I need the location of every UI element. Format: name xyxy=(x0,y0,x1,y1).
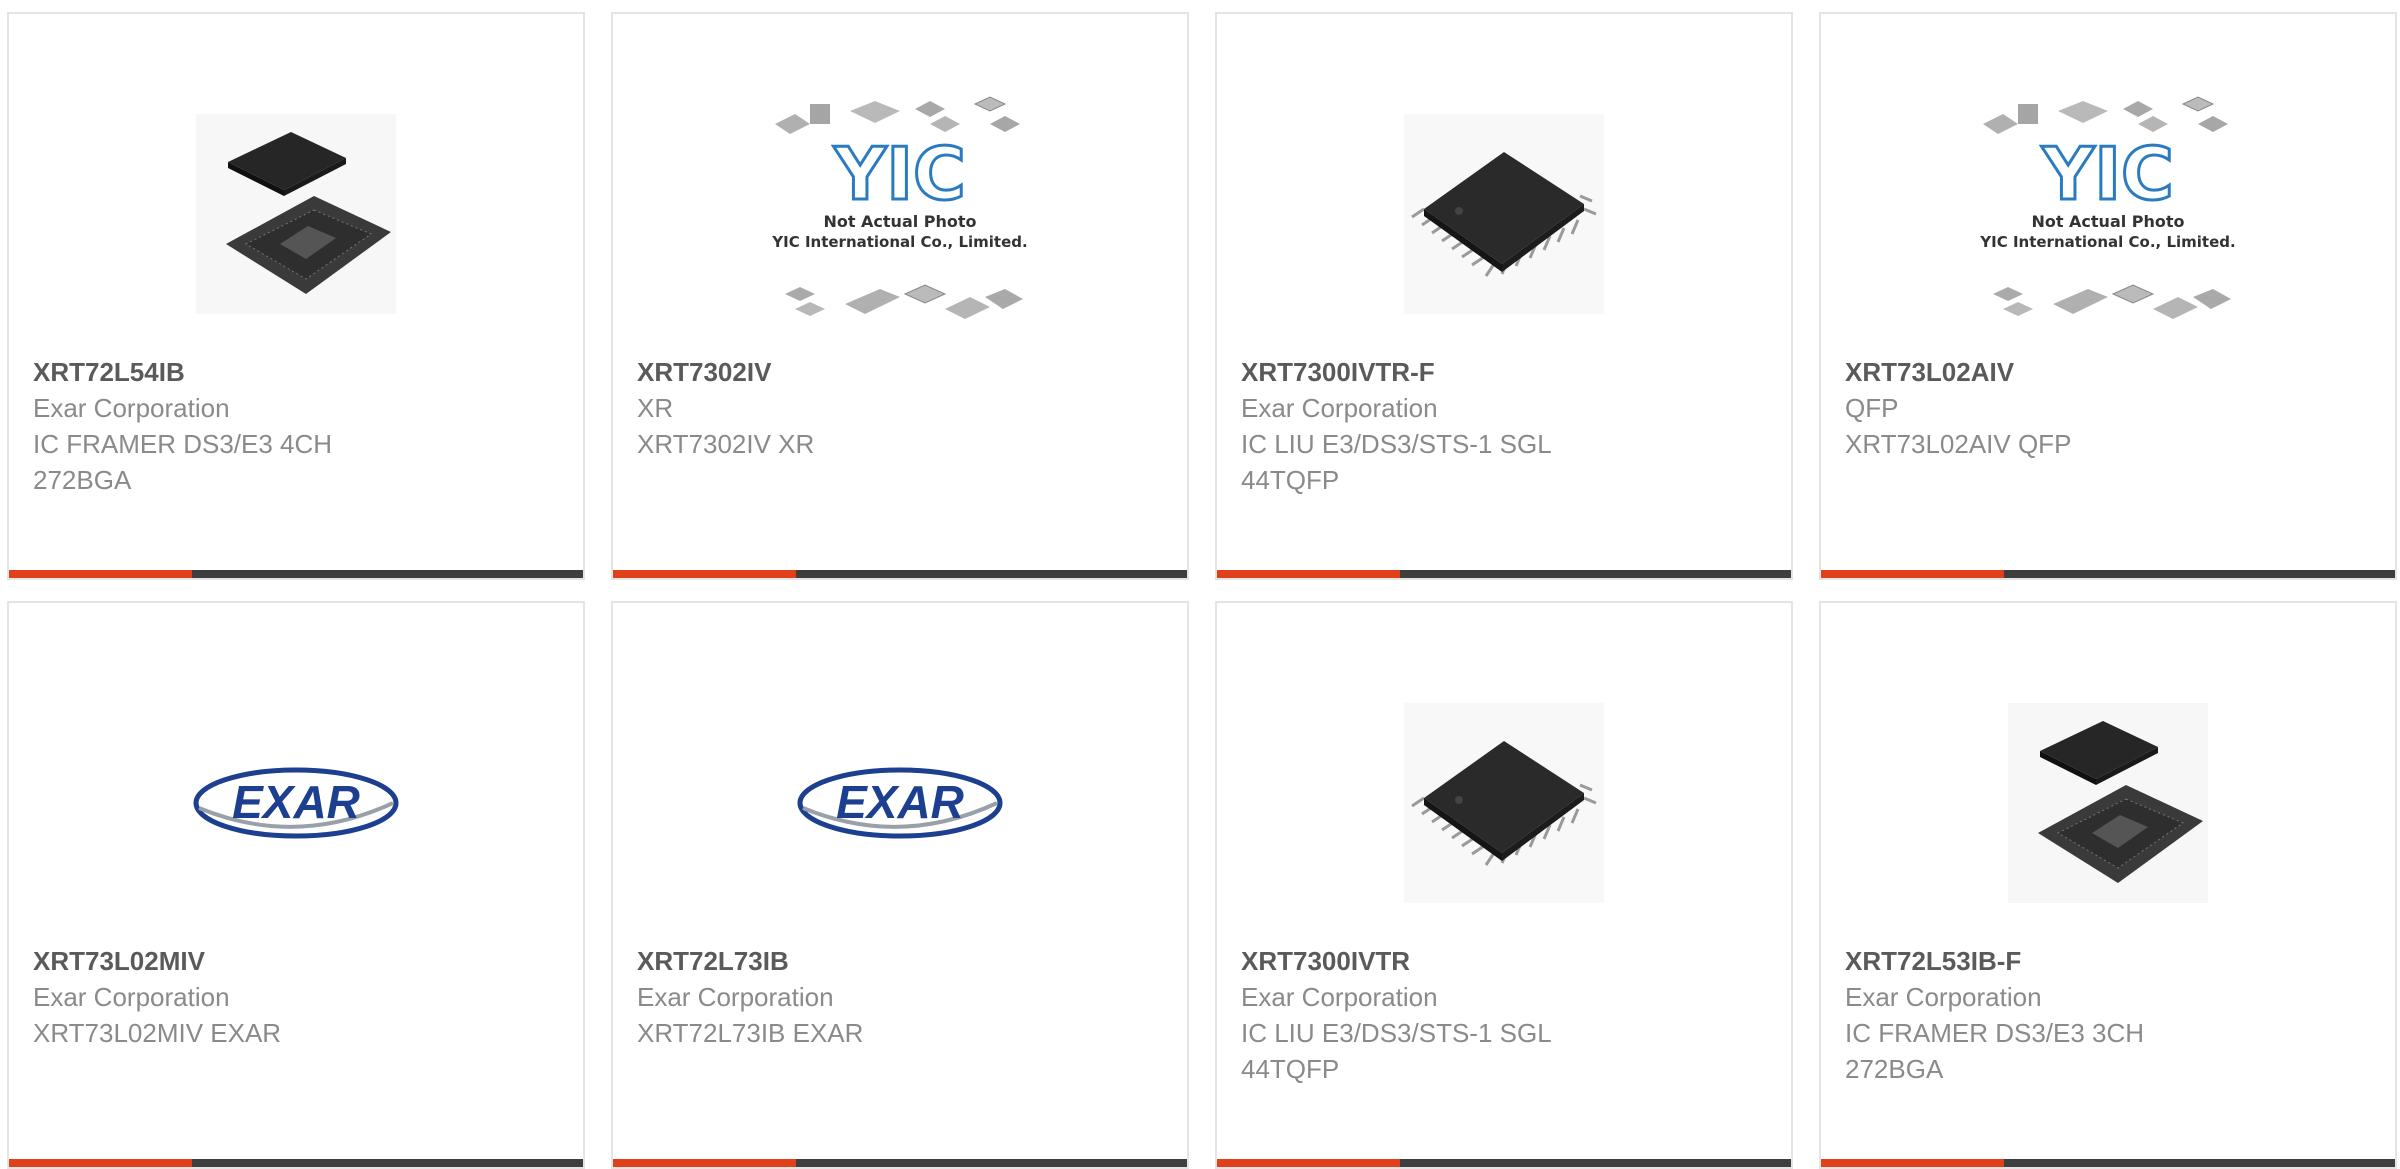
tqfp-chip-icon xyxy=(1404,114,1604,314)
manufacturer: Exar Corporation xyxy=(33,393,230,423)
description: 44TQFP xyxy=(1241,465,1340,495)
description: 272BGA xyxy=(1845,1054,1944,1084)
product-card[interactable]: EXAR XRT73L02MIV Exar Corporation XRT73L… xyxy=(7,601,585,1169)
placeholder-note: YIC International Co., Limited. xyxy=(771,233,1027,251)
yic-placeholder-icon: YIC Not Actual Photo YIC International C… xyxy=(771,96,1028,319)
placeholder-note: Not Actual Photo xyxy=(2031,212,2184,231)
card-bottom-bar xyxy=(613,1159,1187,1167)
product-card[interactable]: XRT7300IVTR Exar Corporation IC LIU E3/D… xyxy=(1215,601,1793,1169)
yic-logo-text: YIC xyxy=(2041,132,2174,216)
manufacturer: Exar Corporation xyxy=(1845,982,2042,1012)
part-number[interactable]: XRT7300IVTR-F xyxy=(1241,354,1767,390)
part-number[interactable]: XRT72L54IB xyxy=(33,354,559,390)
exar-logo: EXAR xyxy=(193,767,399,839)
description: 44TQFP xyxy=(1241,1054,1340,1084)
manufacturer: Exar Corporation xyxy=(1241,982,1438,1012)
product-card[interactable]: EXAR XRT72L73IB Exar Corporation XRT72L7… xyxy=(611,601,1189,1169)
manufacturer: Exar Corporation xyxy=(33,982,230,1012)
part-number[interactable]: XRT7302IV xyxy=(637,354,1163,390)
product-image[interactable] xyxy=(1217,74,1791,354)
card-bottom-bar xyxy=(9,1159,583,1167)
manufacturer: Exar Corporation xyxy=(1241,393,1438,423)
card-bottom-bar xyxy=(1217,570,1791,578)
product-image[interactable]: EXAR xyxy=(613,663,1187,943)
description: IC LIU E3/DS3/STS-1 SGL xyxy=(1241,429,1552,459)
product-card[interactable]: XRT72L53IB-F Exar Corporation IC FRAMER … xyxy=(1819,601,2397,1169)
product-image[interactable] xyxy=(9,74,583,354)
description: IC FRAMER DS3/E3 3CH xyxy=(1845,1018,2145,1048)
card-bottom-bar xyxy=(613,570,1187,578)
card-bottom-bar xyxy=(1821,570,2395,578)
part-number[interactable]: XRT73L02MIV xyxy=(33,943,559,979)
exar-logo-text: EXAR xyxy=(232,776,360,828)
description: XRT73L02MIV EXAR xyxy=(33,1018,282,1048)
part-number[interactable]: XRT73L02AIV xyxy=(1845,354,2371,390)
description: IC LIU E3/DS3/STS-1 SGL xyxy=(1241,1018,1552,1048)
product-card[interactable]: XRT72L54IB Exar Corporation IC FRAMER DS… xyxy=(7,12,585,580)
description: IC FRAMER DS3/E3 4CH xyxy=(33,429,333,459)
card-bottom-bar xyxy=(1821,1159,2395,1167)
placeholder-note: Not Actual Photo xyxy=(823,212,976,231)
product-image[interactable]: EXAR xyxy=(9,663,583,943)
product-card[interactable]: YIC Not Actual Photo YIC International C… xyxy=(611,12,1189,580)
manufacturer: QFP xyxy=(1845,393,1899,423)
product-image[interactable] xyxy=(1217,663,1791,943)
bga-package-icon xyxy=(196,114,396,314)
part-number[interactable]: XRT7300IVTR xyxy=(1241,943,1767,979)
product-image[interactable] xyxy=(1821,663,2395,943)
description: XRT72L73IB EXAR xyxy=(637,1018,864,1048)
manufacturer: XR xyxy=(637,393,674,423)
yic-placeholder-icon: YIC Not Actual Photo YIC International C… xyxy=(1979,96,2236,319)
description: XRT7302IV XR xyxy=(637,429,815,459)
yic-logo-text: YIC xyxy=(833,132,966,216)
exar-logo: EXAR xyxy=(797,767,1003,839)
product-grid: XRT72L54IB Exar Corporation IC FRAMER DS… xyxy=(0,0,2400,1169)
description: XRT73L02AIV QFP xyxy=(1845,429,2072,459)
product-image[interactable]: YIC Not Actual Photo YIC International C… xyxy=(613,74,1187,354)
card-bottom-bar xyxy=(1217,1159,1791,1167)
exar-logo-text: EXAR xyxy=(836,776,964,828)
card-bottom-bar xyxy=(9,570,583,578)
tqfp-chip-icon xyxy=(1404,703,1604,903)
part-number[interactable]: XRT72L53IB-F xyxy=(1845,943,2371,979)
product-image[interactable]: YIC Not Actual Photo YIC International C… xyxy=(1821,74,2395,354)
part-number[interactable]: XRT72L73IB xyxy=(637,943,1163,979)
description: 272BGA xyxy=(33,465,132,495)
placeholder-note: YIC International Co., Limited. xyxy=(1979,233,2235,251)
bga-package-icon xyxy=(2008,703,2208,903)
product-card[interactable]: XRT7300IVTR-F Exar Corporation IC LIU E3… xyxy=(1215,12,1793,580)
manufacturer: Exar Corporation xyxy=(637,982,834,1012)
product-card[interactable]: YIC Not Actual Photo YIC International C… xyxy=(1819,12,2397,580)
